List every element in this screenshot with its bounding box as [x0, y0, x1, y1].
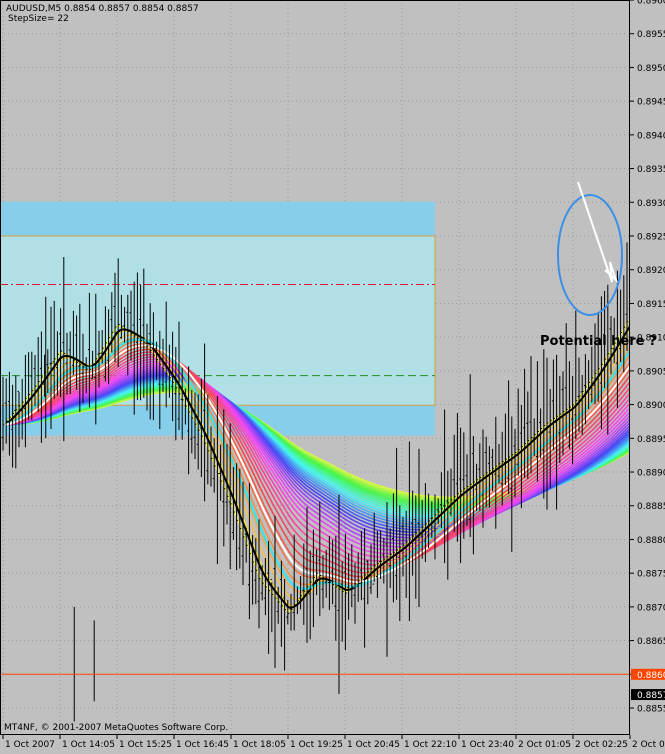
y-tick-label: 0.8900 [637, 401, 665, 411]
chart-window: Potential here ? AUDUSD,M5 0.8854 0.8857… [0, 0, 665, 750]
y-tick-label: 0.8855 [637, 705, 665, 715]
y-tick-label: 0.8915 [637, 300, 665, 310]
x-tick-label: 1 Oct 2007 [5, 740, 55, 750]
price-chart[interactable]: Potential here ? AUDUSD,M5 0.8854 0.8857… [0, 0, 665, 750]
x-tick-label: 2 Oct 03:45 [632, 740, 665, 750]
y-tick-label: 0.8925 [637, 233, 665, 243]
y-tick-label: 0.8870 [637, 603, 665, 613]
x-tick-label: 1 Oct 15:25 [119, 740, 172, 750]
y-tick-label: 0.8885 [637, 502, 665, 512]
y-tick-label: 0.8910 [637, 334, 665, 344]
y-tick-label: 0.8960 [637, 0, 665, 7]
y-tick-label: 0.8955 [637, 30, 665, 40]
y-tick-label: 0.8880 [637, 536, 665, 546]
y-tick-label: 0.8895 [637, 435, 665, 445]
x-tick-label: 1 Oct 18:05 [233, 740, 286, 750]
x-tick-label: 1 Oct 20:45 [347, 740, 400, 750]
y-tick-label: 0.8875 [637, 570, 665, 580]
y-tick-label: 0.8905 [637, 367, 665, 377]
y-tick-label: 0.8935 [637, 165, 665, 175]
y-tick-label: 0.8890 [637, 469, 665, 479]
x-tick-label: 1 Oct 14:05 [62, 740, 115, 750]
x-tick-label: 1 Oct 23:40 [461, 740, 514, 750]
y-tick-label: 0.8865 [637, 637, 665, 647]
y-tick-label: 0.8930 [637, 199, 665, 209]
y-tick-label: 0.8940 [637, 131, 665, 141]
y-tick-label: 0.8950 [637, 64, 665, 74]
param-header: StepSize= 22 [8, 14, 69, 24]
x-tick-label: 1 Oct 19:25 [290, 740, 343, 750]
zone-inner-box [0, 236, 435, 405]
current-price-label: 0.8857 [637, 691, 665, 701]
x-tick-label: 1 Oct 16:45 [176, 740, 229, 750]
price-line-label: 0.8860 [637, 671, 665, 681]
y-tick-label: 0.8945 [637, 98, 665, 108]
y-tick-label: 0.8920 [637, 266, 665, 276]
x-tick-label: 2 Oct 02:25 [575, 740, 628, 750]
x-tick-label: 2 Oct 01:05 [518, 740, 571, 750]
copyright-text: MT4NF, © 2001-2007 MetaQuotes Software C… [4, 723, 228, 733]
symbol-header: AUDUSD,M5 0.8854 0.8857 0.8854 0.8857 [6, 4, 199, 14]
x-tick-label: 1 Oct 22:10 [404, 740, 457, 750]
